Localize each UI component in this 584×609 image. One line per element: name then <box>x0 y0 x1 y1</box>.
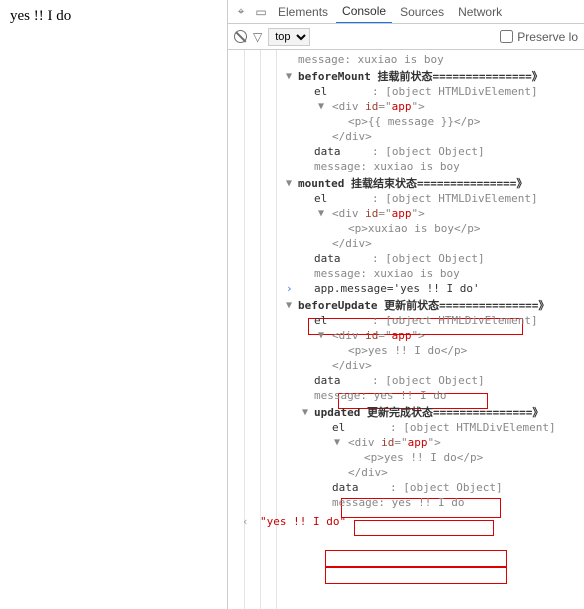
triangle-down-icon[interactable]: ▼ <box>286 298 292 313</box>
filter-icon[interactable]: ▽ <box>253 30 262 44</box>
log-line: message: xuxiao is boy <box>228 159 584 174</box>
clear-console-icon[interactable] <box>234 30 247 43</box>
triangle-down-icon[interactable]: ▼ <box>318 206 324 221</box>
tab-console[interactable]: Console <box>336 0 392 24</box>
console-input-echo: › app.message='yes !! I do' <box>228 281 584 296</box>
page-content: yes !! I do <box>0 0 227 609</box>
log-line: <p>{{ message }}</p> <box>228 114 584 129</box>
log-line: message: xuxiao is boy <box>228 266 584 281</box>
log-line: </div> <box>228 236 584 251</box>
log-line: data: [object Object] <box>228 251 584 266</box>
log-line: </div> <box>228 465 584 480</box>
device-toggle-icon[interactable]: ▭ <box>252 5 270 19</box>
tab-network[interactable]: Network <box>452 0 508 24</box>
console-output[interactable]: message: xuxiao is boy ▼beforeMount 挂载前状… <box>228 50 584 609</box>
log-line: data: [object Object] <box>228 480 584 495</box>
devtools-panel: ⌖ ▭ Elements Console Sources Network ▽ t… <box>227 0 584 609</box>
log-line[interactable]: ▼<div id="app"> <box>228 328 584 343</box>
triangle-down-icon[interactable]: ▼ <box>286 69 292 84</box>
highlight-box <box>325 567 507 584</box>
log-line: el: [object HTMLDivElement] <box>228 420 584 435</box>
triangle-down-icon[interactable]: ▼ <box>318 99 324 114</box>
log-line[interactable]: ▼<div id="app"> <box>228 435 584 450</box>
preserve-log-input[interactable] <box>500 30 513 43</box>
log-line: data: [object Object] <box>228 373 584 388</box>
log-line: <p>yes !! I do</p> <box>228 450 584 465</box>
triangle-down-icon[interactable]: ▼ <box>334 435 340 450</box>
log-line: message: yes !! I do <box>228 388 584 403</box>
triangle-down-icon[interactable]: ▼ <box>318 328 324 343</box>
triangle-down-icon[interactable]: ▼ <box>286 176 292 191</box>
prompt-icon: › <box>286 281 293 296</box>
page-text: yes !! I do <box>10 8 71 24</box>
console-return: ‹ "yes !! I do" <box>228 514 584 529</box>
group-mounted[interactable]: ▼mounted 挂载结束状态===============》 <box>228 176 584 191</box>
console-filterbar: ▽ top Preserve lo <box>228 24 584 50</box>
log-line: </div> <box>228 129 584 144</box>
log-line: data: [object Object] <box>228 144 584 159</box>
log-line: message: xuxiao is boy <box>228 52 584 67</box>
group-updated[interactable]: ▼updated 更新完成状态===============》 <box>228 405 584 420</box>
triangle-down-icon[interactable]: ▼ <box>302 405 308 420</box>
log-line[interactable]: ▼<div id="app"> <box>228 99 584 114</box>
log-line: el: [object HTMLDivElement] <box>228 313 584 328</box>
log-line: el: [object HTMLDivElement] <box>228 191 584 206</box>
return-icon: ‹ <box>242 514 249 529</box>
log-line: <p>xuxiao is boy</p> <box>228 221 584 236</box>
preserve-log-checkbox[interactable]: Preserve lo <box>500 30 578 44</box>
log-line: <p>yes !! I do</p> <box>228 343 584 358</box>
highlight-box <box>325 550 507 567</box>
log-line: </div> <box>228 358 584 373</box>
preserve-log-label: Preserve lo <box>517 30 578 44</box>
devtools-tabbar: ⌖ ▭ Elements Console Sources Network <box>228 0 584 24</box>
log-line: el: [object HTMLDivElement] <box>228 84 584 99</box>
log-line[interactable]: ▼<div id="app"> <box>228 206 584 221</box>
tab-sources[interactable]: Sources <box>394 0 450 24</box>
inspect-icon[interactable]: ⌖ <box>232 4 250 19</box>
tab-elements[interactable]: Elements <box>272 0 334 24</box>
group-beforeUpdate[interactable]: ▼beforeUpdate 更新前状态===============》 <box>228 298 584 313</box>
log-line: message: yes !! I do <box>228 495 584 510</box>
context-select[interactable]: top <box>268 28 310 46</box>
group-beforeMount[interactable]: ▼beforeMount 挂载前状态===============》 <box>228 69 584 84</box>
